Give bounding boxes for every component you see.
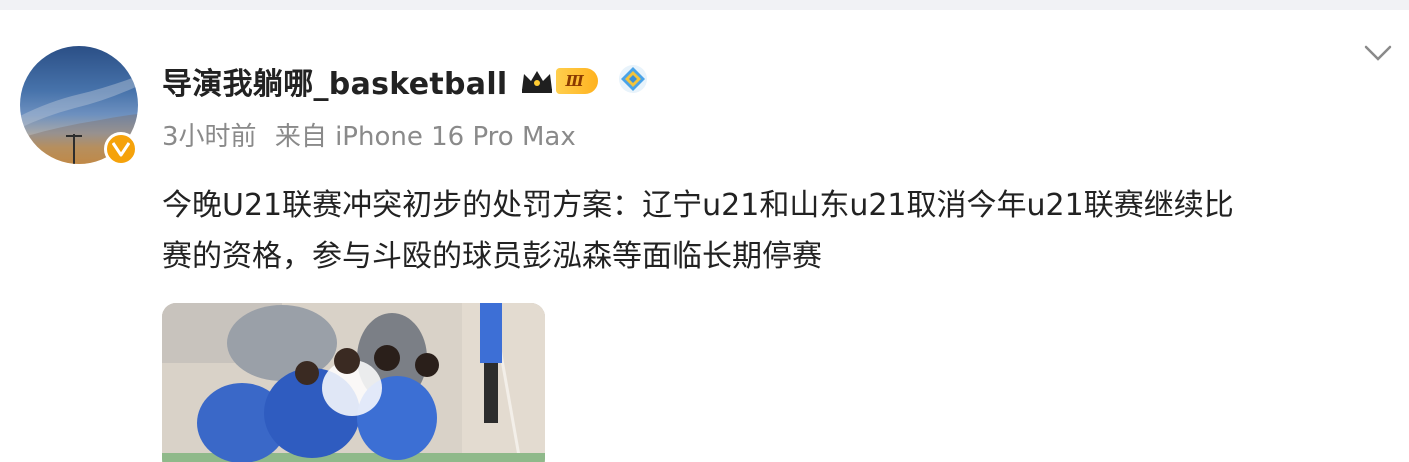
post-source: 来自 iPhone 16 Pro Max: [274, 122, 576, 152]
post-time[interactable]: 3小时前: [162, 122, 257, 152]
verified-icon: [104, 132, 138, 166]
post-text-line: 今晚U21联赛冲突初步的处罚方案：辽宁u21和山东u21取消今年u21联赛继续比: [162, 188, 1234, 223]
post-text: 今晚U21联赛冲突初步的处罚方案：辽宁u21和山东u21取消今年u21联赛继续比…: [162, 180, 1392, 282]
vip-level-label: Ⅲ: [555, 68, 598, 94]
author-name[interactable]: 导演我躺哪_basketball: [162, 59, 508, 103]
basketball-players-photo: [162, 303, 545, 462]
vip-badge[interactable]: Ⅲ: [520, 68, 598, 94]
post-image[interactable]: [162, 303, 545, 462]
crown-icon: [521, 71, 552, 93]
post-meta: 3小时前 来自 iPhone 16 Pro Max: [162, 116, 586, 153]
post-text-line: 赛的资格，参与斗殴的球员彭泓森等面临长期停赛: [162, 239, 822, 274]
author-row: 导演我躺哪_basketball Ⅲ: [162, 58, 648, 104]
chevron-down-icon[interactable]: [1362, 42, 1394, 64]
top-divider: [0, 0, 1409, 10]
blue-diamond-icon[interactable]: [618, 64, 648, 98]
